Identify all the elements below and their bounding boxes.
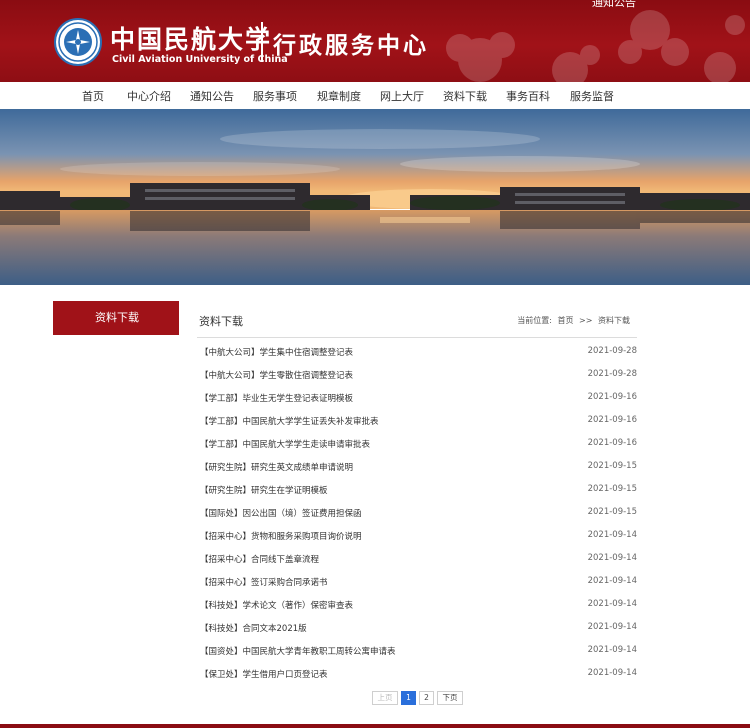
list-item: 【招采中心】签订采购合同承诺书 2021-09-14: [200, 571, 637, 594]
site-header: 通知公告 中国民航大学 Civil Aviation University of…: [0, 0, 750, 82]
list-item-date: 2021-09-15: [587, 507, 637, 517]
list-item: 【招采中心】合同线下盖章流程 2021-09-14: [200, 548, 637, 571]
list-item-date: 2021-09-16: [587, 415, 637, 425]
main-nav: 首页 中心介绍 通知公告 服务事项 规章制度 网上大厅 资料下载 事务百科 服务…: [0, 82, 750, 109]
list-item-link[interactable]: 【保卫处】学生借用户口页登记表: [200, 668, 328, 680]
list-item-link[interactable]: 【招采中心】货物和服务采购项目询价说明: [200, 530, 362, 542]
list-item-link[interactable]: 【国际处】因公出国（境）签证费用担保函: [200, 507, 362, 519]
list-item: 【国际处】因公出国（境）签证费用担保函 2021-09-15: [200, 502, 637, 525]
list-item-link[interactable]: 【研究生院】研究生在学证明模板: [200, 484, 328, 496]
page-2-button[interactable]: 2: [419, 691, 434, 705]
title-divider: [197, 337, 637, 338]
list-item-date: 2021-09-14: [587, 645, 637, 655]
nav-item-downloads[interactable]: 资料下载: [443, 88, 487, 104]
list-item-date: 2021-09-15: [587, 484, 637, 494]
breadcrumb-separator: >>: [579, 316, 593, 325]
list-item: 【中航大公司】学生集中住宿调整登记表 2021-09-28: [200, 341, 637, 364]
nav-item-supervision[interactable]: 服务监督: [570, 88, 614, 104]
list-item: 【研究生院】研究生在学证明模板 2021-09-15: [200, 479, 637, 502]
list-item-link[interactable]: 【中航大公司】学生零散住宿调整登记表: [200, 369, 353, 381]
site-subtitle: 行政服务中心: [273, 32, 429, 59]
section-title: 资料下载: [199, 315, 243, 328]
list-item-date: 2021-09-14: [587, 553, 637, 563]
list-item-link[interactable]: 【学工部】中国民航大学学生走读申请审批表: [200, 438, 370, 450]
download-list: 【中航大公司】学生集中住宿调整登记表 2021-09-28 【中航大公司】学生零散…: [200, 341, 637, 686]
top-link[interactable]: 通知公告: [592, 0, 636, 10]
list-item-link[interactable]: 【学工部】中国民航大学学生证丢失补发审批表: [200, 415, 379, 427]
list-item-link[interactable]: 【研究生院】研究生英文成绩单申请说明: [200, 461, 353, 473]
list-item-date: 2021-09-14: [587, 668, 637, 678]
breadcrumb-current: 资料下载: [598, 316, 630, 325]
next-page-button[interactable]: 下页: [437, 691, 463, 705]
university-emblem-icon[interactable]: [54, 18, 102, 66]
nav-item-regulations[interactable]: 规章制度: [317, 88, 361, 104]
list-item: 【科技处】合同文本2021版 2021-09-14: [200, 617, 637, 640]
list-item-link[interactable]: 【招采中心】合同线下盖章流程: [200, 553, 319, 565]
prev-page-button[interactable]: 上页: [372, 691, 398, 705]
list-item: 【学工部】中国民航大学学生证丢失补发审批表 2021-09-16: [200, 410, 637, 433]
list-item: 【中航大公司】学生零散住宿调整登记表 2021-09-28: [200, 364, 637, 387]
list-item: 【学工部】毕业生无学生登记表证明模板 2021-09-16: [200, 387, 637, 410]
sidebar-item-downloads[interactable]: 资料下载: [53, 301, 179, 335]
list-item-link[interactable]: 【学工部】毕业生无学生登记表证明模板: [200, 392, 353, 404]
school-name-cn: 中国民航大学: [110, 25, 273, 54]
list-item-date: 2021-09-14: [587, 622, 637, 632]
list-item-date: 2021-09-28: [587, 369, 637, 379]
list-item-date: 2021-09-16: [587, 438, 637, 448]
page-1-button[interactable]: 1: [401, 691, 416, 705]
breadcrumb-home-link[interactable]: 首页: [558, 316, 574, 325]
nav-item-services[interactable]: 服务事项: [253, 88, 297, 104]
list-item: 【保卫处】学生借用户口页登记表 2021-09-14: [200, 663, 637, 686]
breadcrumb-prefix: 当前位置:: [517, 316, 552, 325]
list-item-date: 2021-09-14: [587, 576, 637, 586]
list-item-link[interactable]: 【中航大公司】学生集中住宿调整登记表: [200, 346, 353, 358]
campus-banner-image: [0, 109, 750, 285]
nav-item-about[interactable]: 中心介绍: [127, 88, 171, 104]
list-item: 【科技处】学术论文（著作）保密审查表 2021-09-14: [200, 594, 637, 617]
breadcrumb: 当前位置: 首页 >> 资料下载: [517, 315, 633, 326]
logo-divider: [261, 22, 263, 62]
list-item: 【研究生院】研究生英文成绩单申请说明 2021-09-15: [200, 456, 637, 479]
nav-item-online-hall[interactable]: 网上大厅: [380, 88, 424, 104]
list-item: 【学工部】中国民航大学学生走读申请审批表 2021-09-16: [200, 433, 637, 456]
list-item-date: 2021-09-14: [587, 530, 637, 540]
list-item-date: 2021-09-15: [587, 461, 637, 471]
list-item-link[interactable]: 【科技处】合同文本2021版: [200, 622, 307, 634]
list-item-link[interactable]: 【招采中心】签订采购合同承诺书: [200, 576, 328, 588]
list-item-link[interactable]: 【国资处】中国民航大学青年教职工周转公寓申请表: [200, 645, 396, 657]
nav-item-home[interactable]: 首页: [82, 88, 104, 104]
list-item: 【招采中心】货物和服务采购项目询价说明 2021-09-14: [200, 525, 637, 548]
flower-pattern-decoration: [446, 10, 745, 82]
list-item: 【国资处】中国民航大学青年教职工周转公寓申请表 2021-09-14: [200, 640, 637, 663]
list-item-date: 2021-09-28: [587, 346, 637, 356]
nav-item-notices[interactable]: 通知公告: [190, 88, 234, 104]
list-item-date: 2021-09-16: [587, 392, 637, 402]
list-item-link[interactable]: 【科技处】学术论文（著作）保密审查表: [200, 599, 353, 611]
list-item-date: 2021-09-14: [587, 599, 637, 609]
campus-sunset-illustration: [0, 109, 750, 285]
nav-item-encyclopedia[interactable]: 事务百科: [506, 88, 550, 104]
footer-bar: [0, 724, 750, 728]
